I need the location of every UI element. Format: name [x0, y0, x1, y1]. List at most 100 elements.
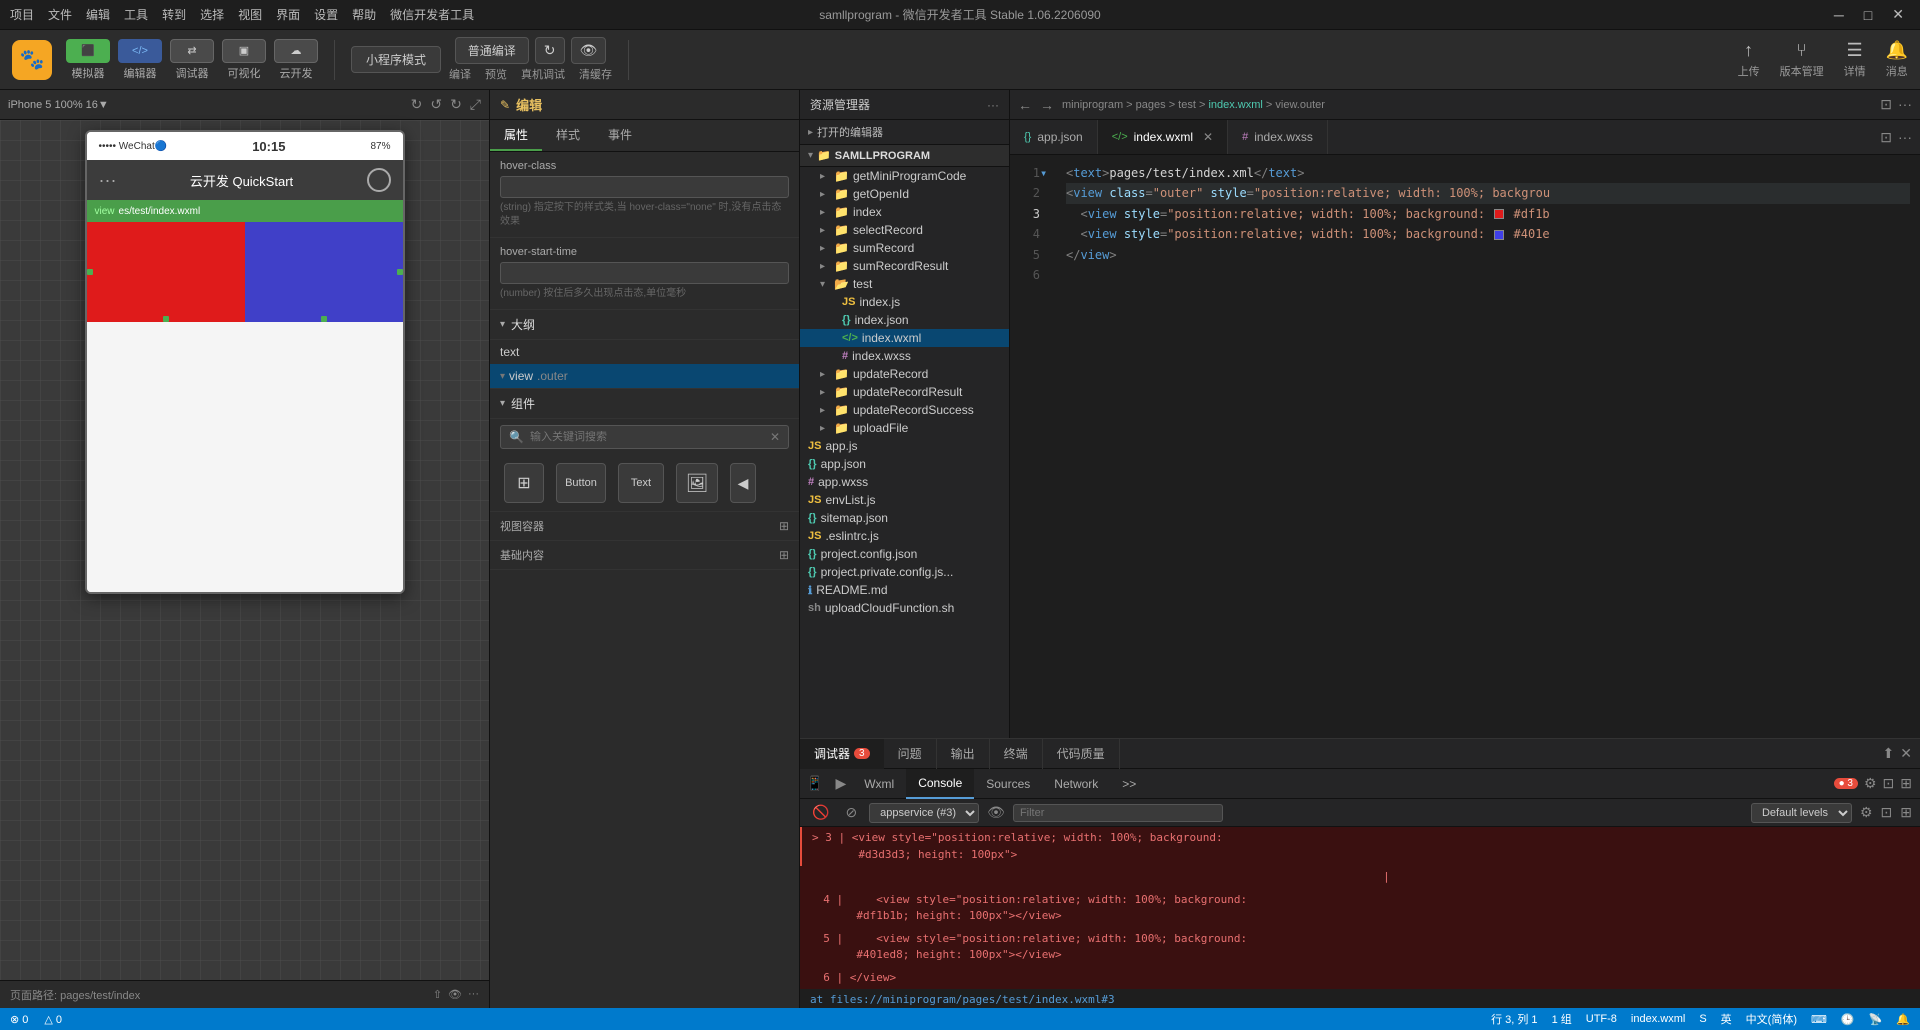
layout-icon[interactable]: ⊡	[1883, 775, 1895, 792]
button-component[interactable]: Button	[552, 459, 610, 507]
outline-header[interactable]: ▾ 大纲	[490, 310, 799, 340]
sim-icon-refresh[interactable]: ↻	[411, 96, 423, 113]
image-component[interactable]: 🖼	[672, 459, 722, 507]
console-tab-debugger[interactable]: 调试器 3	[800, 739, 884, 769]
tree-item-uploadFile[interactable]: ▸ 📁 uploadFile	[800, 419, 1009, 437]
tree-item-index.js[interactable]: JS index.js	[800, 293, 1009, 311]
menu-tools[interactable]: 工具	[124, 6, 148, 23]
code-editor-icon1[interactable]: ⊡	[1880, 96, 1892, 113]
code-nav-back[interactable]: ←	[1018, 97, 1032, 113]
split-editor-icon[interactable]: ⊡	[1880, 129, 1892, 146]
simulator-button[interactable]: ⬛	[66, 39, 110, 63]
settings-icon-2[interactable]: ⚙	[1860, 804, 1873, 821]
console-filter-input[interactable]	[1013, 804, 1223, 822]
more-tabs-icon[interactable]: ···	[1898, 129, 1912, 145]
upload-action[interactable]: ↑ 上传	[1738, 40, 1760, 79]
version-action[interactable]: ⑂ 版本管理	[1780, 40, 1824, 79]
prop-hover-start-input[interactable]	[500, 262, 789, 284]
eye-icon[interactable]: 👁	[987, 804, 1005, 821]
compile-select[interactable]: 普通编译	[455, 37, 529, 64]
debug-device-icon[interactable]: 📱	[800, 771, 829, 796]
tree-item-project.private[interactable]: {} project.private.config.js...	[800, 563, 1009, 581]
tab-style[interactable]: 样式	[542, 120, 594, 151]
menu-help[interactable]: 帮助	[352, 6, 376, 23]
tab-index-wxml[interactable]: </> index.wxml ✕	[1098, 120, 1228, 154]
tree-item-selectRecord[interactable]: ▸ 📁 selectRecord	[800, 221, 1009, 239]
tab-app-json[interactable]: {} app.json	[1010, 120, 1098, 154]
index-wxml-close[interactable]: ✕	[1203, 130, 1213, 144]
prop-hover-class-input[interactable]	[500, 176, 789, 198]
console-clear-btn[interactable]: 🚫	[808, 802, 833, 823]
clouddev-button[interactable]: ☁	[274, 39, 318, 63]
tree-item-updateRecordResult[interactable]: ▸ 📁 updateRecordResult	[800, 383, 1009, 401]
tree-item-updateRecordSuccess[interactable]: ▸ 📁 updateRecordSuccess	[800, 401, 1009, 419]
tree-item-README[interactable]: ℹ README.md	[800, 581, 1009, 599]
tree-item-sitemap.json[interactable]: {} sitemap.json	[800, 509, 1009, 527]
project-header[interactable]: ▾ 📁 SAMLLPROGRAM	[800, 145, 1009, 167]
tree-item-sumRecord[interactable]: ▸ 📁 sumRecord	[800, 239, 1009, 257]
tree-item-index.wxss[interactable]: # index.wxss	[800, 347, 1009, 365]
menu-goto[interactable]: 转到	[162, 6, 186, 23]
menu-edit[interactable]: 编辑	[86, 6, 110, 23]
more-console-icon[interactable]: ⊡	[1881, 804, 1893, 821]
subtab-sources[interactable]: Sources	[974, 769, 1042, 799]
outline-item-text[interactable]: text	[490, 340, 799, 364]
editor-button[interactable]: </>	[118, 39, 162, 63]
tree-item-index.json[interactable]: {} index.json	[800, 311, 1009, 329]
basic-content-header[interactable]: 基础内容 ⊞	[490, 541, 799, 570]
code-lines[interactable]: <text>pages/test/index.xml</text> <view …	[1056, 155, 1920, 738]
detail-action[interactable]: ☰ 详情	[1844, 40, 1866, 79]
sim-icon-back[interactable]: ↺	[430, 96, 442, 113]
eye-button[interactable]: 👁	[571, 37, 607, 64]
visualize-button[interactable]: ▣	[222, 39, 266, 63]
tree-item-uploadCloudFunction[interactable]: sh uploadCloudFunction.sh	[800, 599, 1009, 617]
mode-select[interactable]: 小程序模式	[351, 46, 441, 73]
components-header[interactable]: ▾ 组件	[490, 388, 799, 419]
tree-item-app.js[interactable]: JS app.js	[800, 437, 1009, 455]
components-search-input[interactable]	[530, 431, 764, 443]
maximize-button[interactable]: □	[1858, 6, 1878, 23]
refresh-button[interactable]: ↻	[535, 37, 565, 64]
tree-item-index[interactable]: ▸ 📁 index	[800, 203, 1009, 221]
sim-bottom-icon2[interactable]: 👁	[448, 988, 462, 1001]
subtab-console[interactable]: Console	[906, 769, 974, 799]
code-nav-forward[interactable]: →	[1040, 97, 1054, 113]
arrow-component[interactable]: ◀	[726, 459, 760, 507]
menu-settings[interactable]: 设置	[314, 6, 338, 23]
view-container-header[interactable]: 视图容器 ⊞	[490, 511, 799, 541]
console-tab-terminal[interactable]: 终端	[990, 739, 1043, 769]
console-levels-select[interactable]: Default levels	[1751, 803, 1852, 823]
menu-view[interactable]: 视图	[238, 6, 262, 23]
settings-icon[interactable]: ⚙	[1864, 775, 1877, 792]
console-tab-output[interactable]: 输出	[937, 739, 990, 769]
sim-icon-forward[interactable]: ↻	[450, 96, 462, 113]
outline-item-view[interactable]: ▾ view .outer	[490, 364, 799, 388]
more-icon[interactable]: ⊞	[1900, 775, 1912, 792]
minimize-button[interactable]: ─	[1828, 6, 1850, 23]
grid-component[interactable]: ⊞	[500, 459, 548, 507]
menu-file[interactable]: 文件	[48, 6, 72, 23]
tab-index-wxss[interactable]: # index.wxss	[1228, 120, 1328, 154]
tree-item-index.wxml[interactable]: </> index.wxml	[800, 329, 1009, 347]
tree-item-envList.js[interactable]: JS envList.js	[800, 491, 1009, 509]
subtab-wxml[interactable]: Wxml	[852, 769, 906, 799]
search-clear-icon[interactable]: ✕	[770, 430, 780, 444]
filetree-more-icon[interactable]: ···	[987, 98, 999, 112]
menu-interface[interactable]: 界面	[276, 6, 300, 23]
tree-item-app.json[interactable]: {} app.json	[800, 455, 1009, 473]
sim-bottom-icon1[interactable]: ⇧	[433, 988, 442, 1001]
open-editors-header[interactable]: ▸ 打开的编辑器	[800, 120, 1009, 145]
tree-item-project.config.json[interactable]: {} project.config.json	[800, 545, 1009, 563]
text-component[interactable]: Text	[614, 459, 668, 507]
tree-item-sumRecordResult[interactable]: ▸ 📁 sumRecordResult	[800, 257, 1009, 275]
tree-item-test[interactable]: ▾ 📂 test	[800, 275, 1009, 293]
menu-devtools[interactable]: 微信开发者工具	[390, 6, 474, 23]
console-tab-quality[interactable]: 代码质量	[1043, 739, 1120, 769]
tree-item-getOpenId[interactable]: ▸ 📁 getOpenId	[800, 185, 1009, 203]
code-editor-icon2[interactable]: ···	[1898, 96, 1912, 113]
tree-item-app.wxss[interactable]: # app.wxss	[800, 473, 1009, 491]
tree-item-eslintrc[interactable]: JS .eslintrc.js	[800, 527, 1009, 545]
sim-bottom-icon3[interactable]: ···	[468, 988, 479, 1001]
tree-item-getMiniProgramCode[interactable]: ▸ 📁 getMiniProgramCode	[800, 167, 1009, 185]
tab-attrs[interactable]: 属性	[490, 120, 542, 151]
